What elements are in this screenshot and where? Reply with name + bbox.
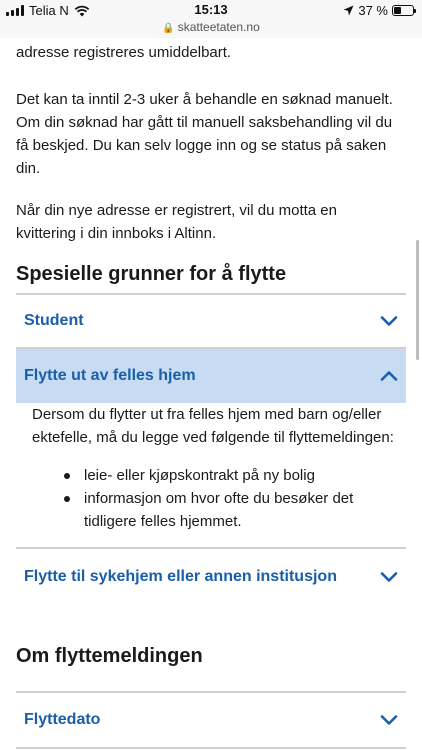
requirements-list: leie- eller kjøpskontrakt på ny bolig in…: [60, 464, 400, 533]
accordion-label: Student: [24, 312, 84, 329]
accordion-moving-date[interactable]: Flyttedato: [16, 693, 406, 747]
chevron-down-icon: [380, 316, 398, 326]
accordion-label: Flyttedato: [24, 711, 101, 728]
chevron-down-icon: [380, 572, 398, 582]
battery-icon: [392, 5, 416, 16]
accordion-moving-out-shared-home[interactable]: Flytte ut av felles hjem: [16, 349, 406, 403]
chevron-up-icon: [380, 371, 398, 381]
lock-icon: 🔒: [162, 23, 175, 34]
paragraph-receipt: Når din nye adresse er registrert, vil d…: [16, 202, 337, 242]
accordion-label: Flytte ut av felles hjem: [24, 367, 196, 384]
status-bar: Telia N 15:13 🔒 skatteetaten.no 37 %: [0, 0, 422, 38]
divider: [16, 747, 406, 749]
paragraph-processing-time: Det kan ta inntil 2-3 uker å behandle en…: [16, 91, 393, 177]
url-text: skatteetaten.no: [177, 20, 260, 34]
location-arrow-icon: [343, 5, 354, 16]
status-right: 37 %: [343, 3, 416, 18]
url-bar[interactable]: 🔒 skatteetaten.no: [0, 20, 422, 34]
accordion-nursing-home[interactable]: Flytte til sykehjem eller annen institus…: [16, 549, 406, 605]
section-heading-special-reasons: Spesielle grunner for å flytte: [16, 263, 287, 285]
accordion-label: Flytte til sykehjem eller annen institus…: [24, 568, 337, 585]
accordion-student[interactable]: Student: [16, 295, 406, 347]
section-heading-about-moving-notice: Om flyttemeldingen: [16, 645, 203, 667]
paragraph-address: adresse registreres umiddelbart.: [16, 44, 232, 61]
battery-level: [394, 7, 401, 14]
chevron-down-icon: [380, 715, 398, 725]
scrollbar[interactable]: [416, 240, 419, 360]
list-item: informasjon om hvor ofte du besøker det …: [60, 487, 400, 533]
list-item: leie- eller kjøpskontrakt på ny bolig: [60, 464, 400, 487]
accordion-body-text: Dersom du flytter ut fra felles hjem med…: [32, 406, 394, 446]
battery-percent: 37 %: [358, 3, 388, 18]
